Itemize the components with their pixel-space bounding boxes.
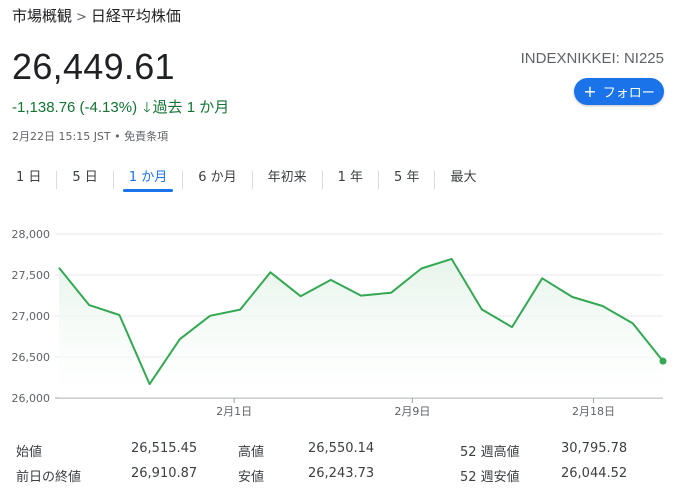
stat-label: 安値: [238, 470, 265, 485]
price-change-value: -1,138.76 (-4.13%): [12, 99, 138, 116]
breadcrumb-separator: >: [76, 10, 87, 25]
y-tick-label: 26,000: [12, 392, 51, 405]
stat-label: 前日の終値: [16, 470, 82, 485]
tab-range-3[interactable]: 6 か月: [190, 166, 244, 194]
follow-button-label: フォロー: [602, 86, 655, 101]
breadcrumb-link-market-overview[interactable]: 市場概観: [12, 7, 72, 25]
y-tick-label: 27,500: [12, 269, 51, 282]
tab-range-1[interactable]: 5 日: [64, 166, 105, 194]
stat-value: 26,515.45: [131, 441, 198, 456]
current-price: 26,449.61: [12, 46, 175, 87]
stat-label: 始値: [16, 445, 43, 460]
tab-range-5[interactable]: 1 年: [330, 166, 371, 194]
tab-separator: [182, 171, 184, 189]
down-arrow-icon: 🡓: [143, 99, 151, 115]
price-chart[interactable]: 28,000 27,500 27,000 26,500 26,000 2月1日 2月9日 2月…: [0, 220, 698, 430]
stat-label: 高値: [238, 445, 265, 460]
tab-separator: [434, 171, 436, 189]
stat-value: 26,243.73: [308, 466, 375, 481]
stat-value: 26,044.52: [561, 466, 628, 481]
ticker-symbol: INDEXNIKKEI: NI225: [520, 50, 664, 67]
y-tick-label: 27,000: [12, 310, 51, 323]
x-tick-label: 2月9日: [394, 405, 430, 418]
x-tick-label: 2月18日: [572, 405, 615, 418]
price-area-fill: [59, 258, 663, 398]
tab-range-2[interactable]: 1 か月: [121, 166, 175, 194]
price-change-period: 過去 1 か月: [152, 99, 230, 116]
price-change: -1,138.76 (-4.13%) 🡓 過去 1 か月: [12, 96, 229, 121]
tab-separator: [112, 171, 114, 189]
timestamp-disclaimer: 2月22日 15:15 JST • 免責条項: [12, 130, 169, 143]
breadcrumb-current: 日経平均株価: [90, 7, 181, 25]
stat-value: 26,550.14: [308, 441, 375, 456]
breadcrumb: 市場概観 > 日経平均株価: [12, 5, 181, 26]
time-range-tabs: 1 日 5 日 1 か月 6 か月 年初来 1 年 5 年最大: [8, 166, 484, 194]
y-tick-label: 26,500: [12, 351, 51, 364]
plus-icon: +: [583, 81, 597, 101]
follow-button[interactable]: + フォロー: [574, 78, 664, 105]
tab-range-4[interactable]: 年初来: [260, 166, 315, 194]
x-tick-label: 2月1日: [216, 405, 252, 418]
tab-range-7[interactable]: 最大: [442, 166, 484, 194]
stat-label: 52 週安値: [460, 470, 520, 485]
tab-separator: [378, 171, 380, 189]
tab-separator: [251, 171, 253, 189]
stat-value: 30,795.78: [561, 441, 628, 456]
tab-separator: [56, 171, 58, 189]
tab-range-0[interactable]: 1 日: [8, 166, 49, 194]
y-tick-label: 28,000: [12, 228, 51, 241]
tab-range-6[interactable]: 5 年: [386, 166, 427, 194]
tab-separator: [321, 171, 323, 189]
stat-label: 52 週高値: [460, 445, 520, 460]
stat-value: 26,910.87: [131, 466, 198, 481]
latest-price-point: [659, 357, 667, 365]
